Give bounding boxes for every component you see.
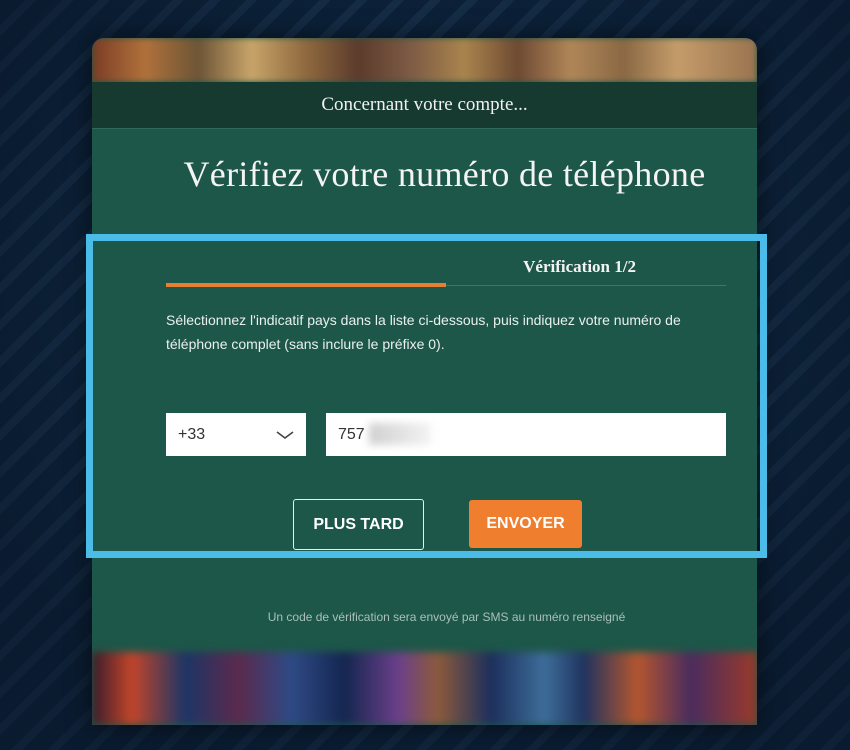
progress-bar-fill bbox=[166, 283, 446, 287]
country-code-value: +33 bbox=[178, 425, 206, 443]
phone-number-input[interactable] bbox=[326, 413, 726, 456]
country-code-select[interactable]: +33 bbox=[166, 413, 306, 456]
chevron-down-icon bbox=[276, 430, 294, 439]
verification-modal: Concernant votre compte... Vérifiez votr… bbox=[92, 38, 757, 725]
later-button[interactable]: PLUS TARD bbox=[293, 499, 424, 550]
modal-header: Concernant votre compte... bbox=[92, 82, 757, 129]
instructions-text: Sélectionnez l'indicatif pays dans la li… bbox=[166, 312, 681, 352]
bottom-banner-image bbox=[92, 652, 757, 725]
sms-note: Un code de vérification sera envoyé par … bbox=[267, 610, 626, 624]
top-banner-image bbox=[92, 38, 757, 82]
page-title: Vérifiez votre numéro de téléphone bbox=[183, 154, 706, 194]
send-button[interactable]: ENVOYER bbox=[469, 500, 582, 548]
modal-header-text: Concernant votre compte... bbox=[321, 94, 528, 115]
step-label: Vérification 1/2 bbox=[523, 257, 636, 276]
